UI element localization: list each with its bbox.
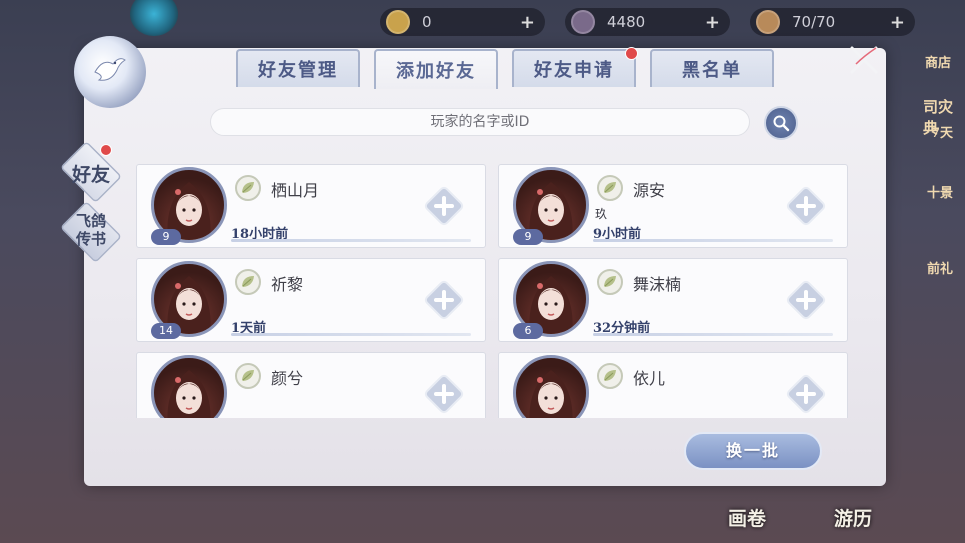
tab-add-friend[interactable]: 添加好友	[374, 49, 498, 89]
resource-value: 0	[422, 13, 432, 31]
leaf-icon	[235, 363, 261, 389]
divider	[593, 239, 833, 242]
resource-silver: 4480 +	[565, 8, 730, 36]
divider	[593, 333, 833, 336]
scene-label[interactable]: 十景	[927, 182, 953, 201]
add-friend-icon[interactable]	[785, 185, 827, 227]
player-level: 6	[513, 323, 543, 339]
game-screen: { "top_resources": [ {"icon": "jade-coin…	[0, 0, 965, 543]
tab-bar: 好友管理 添加好友 好友申请 黑名单	[236, 47, 774, 89]
player-level: 9	[513, 229, 543, 245]
stamina-bowl-icon	[756, 10, 780, 34]
leaf-icon	[597, 363, 623, 389]
player-card[interactable]: 14 祈黎 1天前	[136, 258, 486, 342]
player-card[interactable]: 颜兮	[136, 352, 486, 418]
add-friend-icon[interactable]	[423, 373, 465, 415]
player-portrait	[151, 355, 227, 418]
refresh-button[interactable]: 换一批	[684, 432, 822, 470]
portrait-face-icon	[529, 370, 573, 418]
player-card[interactable]: 9 栖山月 18小时前	[136, 164, 486, 248]
search-input[interactable]	[210, 108, 750, 136]
resource-jade: 0 +	[380, 8, 545, 36]
tab-label: 好友申请	[534, 60, 614, 81]
player-level: 14	[151, 323, 181, 339]
side-tab-label: 好友	[71, 164, 110, 186]
right-side-menu: 商店 司灾典 7天 十景 前礼	[875, 40, 965, 540]
resource-stamina: 70/70 +	[750, 8, 915, 36]
player-avatar[interactable]	[130, 0, 178, 36]
resource-value: 4480	[607, 13, 646, 31]
leaf-icon	[235, 175, 261, 201]
travel-label[interactable]: 游历	[834, 504, 872, 531]
leaf-icon	[597, 269, 623, 295]
player-card[interactable]: 9 源安玖 9小时前	[498, 164, 848, 248]
tab-label: 添加好友	[396, 61, 476, 82]
add-friend-icon[interactable]	[423, 279, 465, 321]
leaf-icon	[235, 269, 261, 295]
tab-blacklist[interactable]: 黑名单	[650, 49, 774, 87]
scroll-label[interactable]: 画卷	[728, 504, 766, 531]
add-friend-icon[interactable]	[785, 279, 827, 321]
player-title: 玖	[595, 207, 608, 221]
tab-friend-requests[interactable]: 好友申请	[512, 47, 638, 87]
player-name: 祈黎	[271, 275, 304, 294]
add-friend-icon[interactable]	[423, 185, 465, 227]
player-name: 源安	[633, 181, 666, 200]
jade-coin-icon	[386, 10, 410, 34]
add-icon[interactable]: +	[705, 12, 720, 33]
leaf-icon	[597, 175, 623, 201]
white-bird-icon	[94, 58, 126, 81]
resource-value: 70/70	[792, 13, 836, 31]
divider	[231, 239, 471, 242]
shop-label[interactable]: 商店	[925, 52, 951, 71]
player-card[interactable]: 依儿	[498, 352, 848, 418]
tab-label: 黑名单	[682, 60, 742, 81]
player-level: 9	[151, 229, 181, 245]
silver-coin-icon	[571, 10, 595, 34]
close-icon[interactable]	[846, 42, 882, 78]
add-friend-icon[interactable]	[785, 373, 827, 415]
side-tab-pigeon-mail[interactable]: 飞鸽 传书	[56, 200, 126, 264]
event-days-label: 7天	[931, 126, 954, 141]
divider	[231, 333, 471, 336]
player-portrait	[513, 355, 589, 418]
tab-label: 好友管理	[258, 60, 338, 81]
search-button[interactable]	[764, 106, 798, 140]
add-icon[interactable]: +	[890, 12, 905, 33]
notification-dot	[625, 47, 638, 60]
side-tab-friends[interactable]: 好友	[56, 140, 126, 204]
player-name: 栖山月	[271, 181, 320, 200]
player-name: 依儿	[633, 369, 666, 388]
resource-bar: 0 + 4480 + 70/70 +	[380, 8, 915, 38]
portrait-face-icon	[167, 370, 211, 418]
side-tab-label: 飞鸽 传书	[75, 212, 106, 248]
player-card[interactable]: 6 舞沫楠 32分钟前	[498, 258, 848, 342]
notification-dot	[100, 144, 112, 156]
gift-label[interactable]: 前礼	[927, 258, 953, 277]
player-name: 舞沫楠	[633, 275, 682, 294]
player-list: 9 栖山月 18小时前 9 源安玖 9小时前 14 祈黎 1天前 6 舞沫楠 32分钟前 颜兮 依儿	[136, 164, 852, 418]
search-icon	[773, 115, 790, 132]
tab-friend-manage[interactable]: 好友管理	[236, 49, 360, 87]
player-name: 颜兮	[271, 369, 304, 388]
add-icon[interactable]: +	[520, 12, 535, 33]
